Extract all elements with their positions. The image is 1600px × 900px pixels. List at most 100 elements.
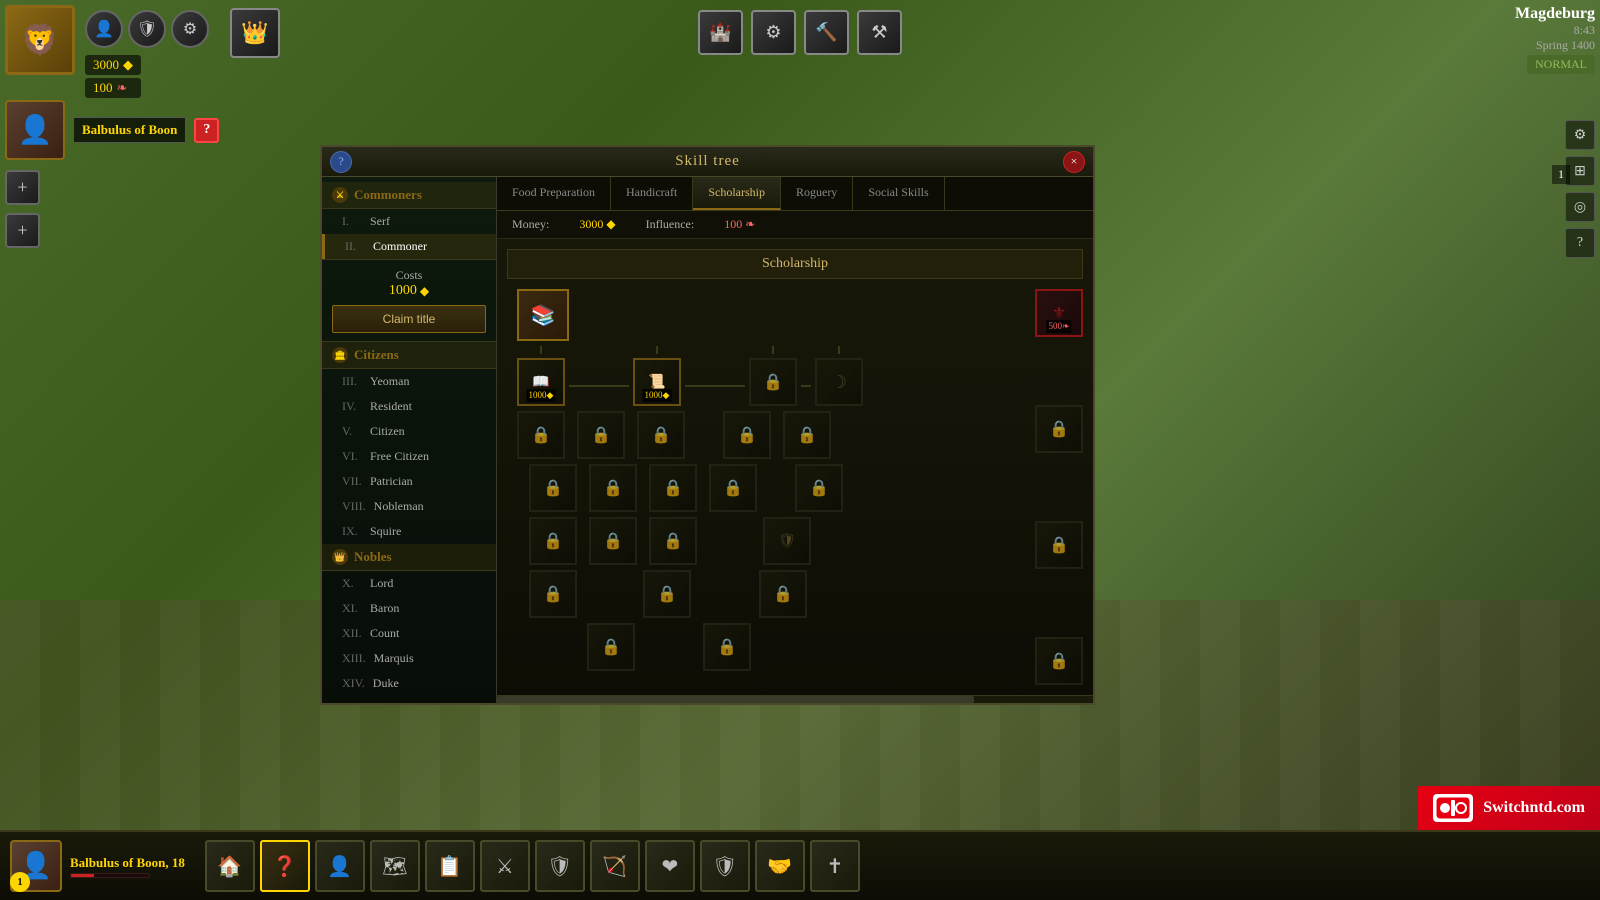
skill-node-4c[interactable]: 🔒 xyxy=(649,517,697,565)
yeoman-label: Yeoman xyxy=(370,374,409,389)
skill-node-3d[interactable]: 🔒 xyxy=(709,464,757,512)
skill-node-5c[interactable]: 🔒 xyxy=(759,570,807,618)
skill-node-2b[interactable]: 🔒 xyxy=(577,411,625,459)
bottom-btn-shield[interactable]: 🛡 xyxy=(535,840,585,892)
bottom-btn-home[interactable]: 🏠 xyxy=(205,840,255,892)
skill-node-5b[interactable]: 🔒 xyxy=(643,570,691,618)
right-btn-1[interactable]: ⚙ xyxy=(1565,120,1595,150)
plus-btn-2[interactable]: + xyxy=(5,213,40,248)
sword-icon: ⚔ xyxy=(496,854,514,879)
rank-duke[interactable]: XIV. Duke xyxy=(322,671,496,696)
cost-1b: 1000◆ xyxy=(643,389,672,402)
bottom-btn-map[interactable]: 🗺 xyxy=(370,840,420,892)
citizens-label: Citizens xyxy=(354,347,399,363)
tool-btn-4[interactable]: ⚒ xyxy=(857,10,902,55)
tab-scholarship[interactable]: Scholarship xyxy=(693,177,781,210)
skill-node-side-4[interactable]: 🔒 xyxy=(1035,637,1083,685)
season-display: Spring 1400 xyxy=(1515,38,1595,53)
skill-node-root[interactable]: 📚 xyxy=(517,289,569,341)
bottom-btn-cross[interactable]: ✝ xyxy=(810,840,860,892)
tree-row-2: 🔒 🔒 🔒 🔒 🔒 xyxy=(507,411,993,459)
lord-num: X. xyxy=(342,576,362,591)
tab-social-skills[interactable]: Social Skills xyxy=(853,177,944,210)
rank-archduke[interactable]: XV. Archduke xyxy=(322,696,496,703)
bottom-player-name: Balbulus of Boon, 18 xyxy=(70,855,185,871)
lock-2c: 🔒 xyxy=(651,425,671,445)
bottom-btn-question[interactable]: ❓ xyxy=(260,840,310,892)
skill-node-1a[interactable]: 1000◆ 📖 xyxy=(517,358,565,406)
right-btn-4[interactable]: ? xyxy=(1565,228,1595,258)
skill-node-2e[interactable]: 🔒 xyxy=(783,411,831,459)
tab-handicraft[interactable]: Handicraft xyxy=(611,177,693,210)
dialog-help-button[interactable]: ? xyxy=(330,151,352,173)
shield-hud-icon[interactable]: 🛡 xyxy=(128,10,166,48)
skill-node-3e[interactable]: 🔒 xyxy=(795,464,843,512)
bottom-btn-clipboard[interactable]: 📋 xyxy=(425,840,475,892)
rank-citizen[interactable]: V. Citizen xyxy=(322,419,496,444)
money-label: Money: xyxy=(512,217,549,232)
influence-value: 100 xyxy=(93,80,113,96)
rank-resident[interactable]: IV. Resident xyxy=(322,394,496,419)
tool-btn-3[interactable]: 🔨 xyxy=(804,10,849,55)
right-btn-3[interactable]: ◎ xyxy=(1565,192,1595,222)
rank-patrician[interactable]: VII. Patrician xyxy=(322,469,496,494)
tool-btn-2[interactable]: ⚙ xyxy=(751,10,796,55)
scrollbar-area[interactable] xyxy=(497,695,1093,703)
rank-free-citizen[interactable]: VI. Free Citizen xyxy=(322,444,496,469)
bottom-btn-bow[interactable]: 🏹 xyxy=(590,840,640,892)
rank-commoner[interactable]: II. Commoner xyxy=(322,234,496,259)
rank-nobleman[interactable]: VIII. Nobleman xyxy=(322,494,496,519)
dialog-close-button[interactable]: × xyxy=(1063,151,1085,173)
rank-marquis[interactable]: XIII. Marquis xyxy=(322,646,496,671)
skill-node-4d[interactable]: 🛡 xyxy=(763,517,811,565)
connector-v-4 xyxy=(838,346,840,354)
bottom-btn-handshake[interactable]: 🤝 xyxy=(755,840,805,892)
skill-node-2c[interactable]: 🔒 xyxy=(637,411,685,459)
skill-node-4b[interactable]: 🔒 xyxy=(589,517,637,565)
skill-node-3a[interactable]: 🔒 xyxy=(529,464,577,512)
lock-2d: 🔒 xyxy=(737,425,757,445)
commoners-icon: ⚔ xyxy=(332,187,348,203)
skill-node-1d[interactable]: ☽ xyxy=(815,358,863,406)
skill-node-3b[interactable]: 🔒 xyxy=(589,464,637,512)
tree-branch-4: ☽ xyxy=(815,346,863,406)
bow-icon: 🏹 xyxy=(602,854,627,879)
plus-btn-1[interactable]: + xyxy=(5,170,40,205)
crown-icon[interactable]: 👑 xyxy=(230,8,280,58)
tool-btn-1[interactable]: 🏰 xyxy=(698,10,743,55)
skill-node-1c[interactable]: 🔒 xyxy=(749,358,797,406)
connector-h-3 xyxy=(801,385,811,387)
char-name: Balbulus of Boon xyxy=(82,122,177,138)
rank-yeoman[interactable]: III. Yeoman xyxy=(322,369,496,394)
skill-node-side-1[interactable]: 500❧ ⚜ xyxy=(1035,289,1083,337)
gear-hud-icon[interactable]: ⚙ xyxy=(171,10,209,48)
connector-v-2 xyxy=(656,346,658,354)
player-portrait-icon[interactable]: 👤 xyxy=(85,10,123,48)
tree-row-1: 1000◆ 📖 1000◆ 📜 xyxy=(507,346,993,406)
claim-title-button[interactable]: Claim title xyxy=(332,305,486,333)
skill-node-5a[interactable]: 🔒 xyxy=(529,570,577,618)
char-question-icon[interactable]: ? xyxy=(194,118,219,143)
skill-node-2d[interactable]: 🔒 xyxy=(723,411,771,459)
tab-food-preparation[interactable]: Food Preparation xyxy=(497,177,611,210)
skill-node-2a[interactable]: 🔒 xyxy=(517,411,565,459)
rank-squire[interactable]: IX. Squire xyxy=(322,519,496,544)
rank-baron[interactable]: XI. Baron xyxy=(322,596,496,621)
rank-count[interactable]: XII. Count xyxy=(322,621,496,646)
scrollbar-thumb[interactable] xyxy=(497,696,974,703)
skill-node-6a[interactable]: 🔒 xyxy=(587,623,635,671)
skill-node-6b[interactable]: 🔒 xyxy=(703,623,751,671)
skill-node-1b[interactable]: 1000◆ 📜 xyxy=(633,358,681,406)
bottom-btn-heart[interactable]: ❤ xyxy=(645,840,695,892)
rank-serf[interactable]: I. Serf xyxy=(322,209,496,234)
skill-node-3c[interactable]: 🔒 xyxy=(649,464,697,512)
tab-roguery[interactable]: Roguery xyxy=(781,177,853,210)
bottom-btn-shield2[interactable]: 🛡 xyxy=(700,840,750,892)
skill-node-4a[interactable]: 🔒 xyxy=(529,517,577,565)
bottom-btn-sword[interactable]: ⚔ xyxy=(480,840,530,892)
bottom-btn-person[interactable]: 👤 xyxy=(315,840,365,892)
skill-node-side-3[interactable]: 🔒 xyxy=(1035,521,1083,569)
squire-label: Squire xyxy=(370,524,401,539)
rank-lord[interactable]: X. Lord xyxy=(322,571,496,596)
skill-node-side-2[interactable]: 🔒 xyxy=(1035,405,1083,453)
